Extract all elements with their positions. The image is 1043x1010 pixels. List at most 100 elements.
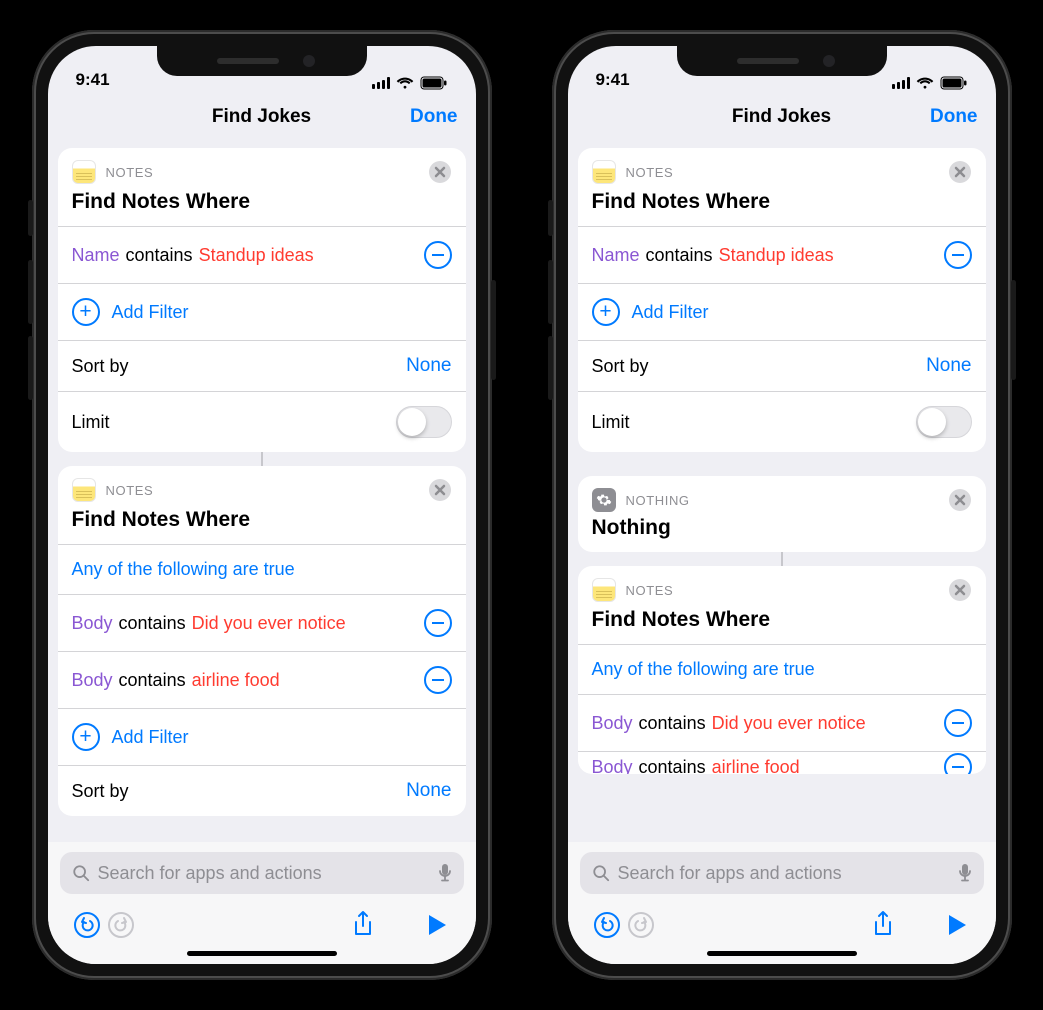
app-label: NOTHING (626, 493, 948, 508)
sort-by-row[interactable]: Sort by None (58, 341, 466, 391)
value-token[interactable]: airline food (192, 670, 280, 691)
sort-by-label: Sort by (72, 356, 129, 377)
nav-bar: Find Jokes Done (568, 92, 996, 142)
field-token[interactable]: Name (72, 245, 120, 266)
filter-row[interactable]: Body contains airline food (58, 652, 466, 708)
phone-right: 9:41 Find Jokes Done NOTES (552, 30, 1012, 980)
search-placeholder: Search for apps and actions (618, 863, 950, 884)
remove-filter-button[interactable] (944, 753, 972, 774)
field-token[interactable]: Body (592, 713, 633, 734)
remove-filter-button[interactable] (944, 241, 972, 269)
field-token[interactable]: Name (592, 245, 640, 266)
sort-by-row[interactable]: Sort by None (58, 766, 466, 816)
phone-left: 9:41 Find Jokes Done NOTES (32, 30, 492, 980)
dictation-icon[interactable] (958, 863, 972, 883)
operator-token[interactable]: contains (639, 713, 706, 734)
operator-token[interactable]: contains (639, 757, 706, 775)
search-placeholder: Search for apps and actions (98, 863, 430, 884)
connector-line (781, 552, 783, 566)
limit-toggle[interactable] (916, 406, 972, 438)
app-label: NOTES (106, 165, 428, 180)
action-card-find-notes: NOTES Find Notes Where Any of the follow… (58, 466, 466, 816)
bottom-bar: Search for apps and actions (48, 842, 476, 964)
search-input[interactable]: Search for apps and actions (580, 852, 984, 894)
limit-toggle[interactable] (396, 406, 452, 438)
filter-row[interactable]: Name contains Standup ideas (578, 227, 986, 283)
sort-by-row[interactable]: Sort by None (578, 341, 986, 391)
play-button[interactable] (940, 908, 974, 942)
close-card-button[interactable] (948, 488, 972, 512)
app-label: NOTES (106, 483, 428, 498)
undo-button[interactable] (590, 908, 624, 942)
filter-row[interactable]: Name contains Standup ideas (58, 227, 466, 283)
notch (157, 46, 367, 76)
notes-app-icon (592, 160, 616, 184)
battery-icon (420, 76, 448, 90)
sort-by-value[interactable]: None (406, 780, 451, 802)
filter-row[interactable]: Body contains Did you ever notice (578, 695, 986, 751)
share-button[interactable] (346, 908, 380, 942)
notes-app-icon (592, 578, 616, 602)
bottom-bar: Search for apps and actions (568, 842, 996, 964)
value-token[interactable]: Standup ideas (719, 245, 834, 266)
field-token[interactable]: Body (72, 670, 113, 691)
sort-by-value[interactable]: None (406, 355, 451, 377)
close-card-button[interactable] (428, 478, 452, 502)
remove-filter-button[interactable] (944, 709, 972, 737)
notes-app-icon (72, 478, 96, 502)
status-time: 9:41 (76, 70, 110, 90)
operator-token[interactable]: contains (119, 670, 186, 691)
add-filter-label: Add Filter (632, 302, 709, 323)
search-icon (72, 864, 90, 882)
field-token[interactable]: Body (592, 757, 633, 775)
add-filter-button[interactable]: + Add Filter (58, 709, 466, 765)
limit-row: Limit (58, 392, 466, 452)
value-token[interactable]: airline food (712, 757, 800, 775)
value-token[interactable]: Standup ideas (199, 245, 314, 266)
remove-filter-button[interactable] (424, 241, 452, 269)
add-filter-button[interactable]: + Add Filter (578, 284, 986, 340)
limit-label: Limit (72, 412, 110, 433)
done-button[interactable]: Done (410, 106, 458, 128)
filter-row[interactable]: Body contains Did you ever notice (58, 595, 466, 651)
notch (677, 46, 887, 76)
play-button[interactable] (420, 908, 454, 942)
remove-filter-button[interactable] (424, 666, 452, 694)
dictation-icon[interactable] (438, 863, 452, 883)
close-card-button[interactable] (948, 160, 972, 184)
share-button[interactable] (866, 908, 900, 942)
search-icon (592, 864, 610, 882)
card-title: Find Notes Where (578, 186, 986, 226)
value-token[interactable]: Did you ever notice (192, 613, 346, 634)
action-card-find-notes: NOTES Find Notes Where Any of the follow… (578, 566, 986, 774)
any-of-row[interactable]: Any of the following are true (578, 645, 986, 694)
wifi-icon (396, 76, 414, 90)
close-card-button[interactable] (948, 578, 972, 602)
operator-token[interactable]: contains (646, 245, 713, 266)
operator-token[interactable]: contains (126, 245, 193, 266)
redo-button (104, 908, 138, 942)
filter-row[interactable]: Body contains airline food (578, 752, 986, 774)
any-of-label: Any of the following are true (72, 559, 295, 580)
sort-by-value[interactable]: None (926, 355, 971, 377)
redo-button (624, 908, 658, 942)
undo-button[interactable] (70, 908, 104, 942)
any-of-row[interactable]: Any of the following are true (58, 545, 466, 594)
search-input[interactable]: Search for apps and actions (60, 852, 464, 894)
status-time: 9:41 (596, 70, 630, 90)
action-card-nothing: NOTHING Nothing (578, 476, 986, 552)
remove-filter-button[interactable] (424, 609, 452, 637)
card-title: Find Notes Where (58, 186, 466, 226)
value-token[interactable]: Did you ever notice (712, 713, 866, 734)
toolbar (60, 908, 464, 942)
connector-line (261, 452, 263, 466)
add-filter-button[interactable]: + Add Filter (58, 284, 466, 340)
any-of-label: Any of the following are true (592, 659, 815, 680)
home-indicator[interactable] (187, 951, 337, 956)
done-button[interactable]: Done (930, 106, 978, 128)
sort-by-label: Sort by (592, 356, 649, 377)
operator-token[interactable]: contains (119, 613, 186, 634)
home-indicator[interactable] (707, 951, 857, 956)
field-token[interactable]: Body (72, 613, 113, 634)
close-card-button[interactable] (428, 160, 452, 184)
